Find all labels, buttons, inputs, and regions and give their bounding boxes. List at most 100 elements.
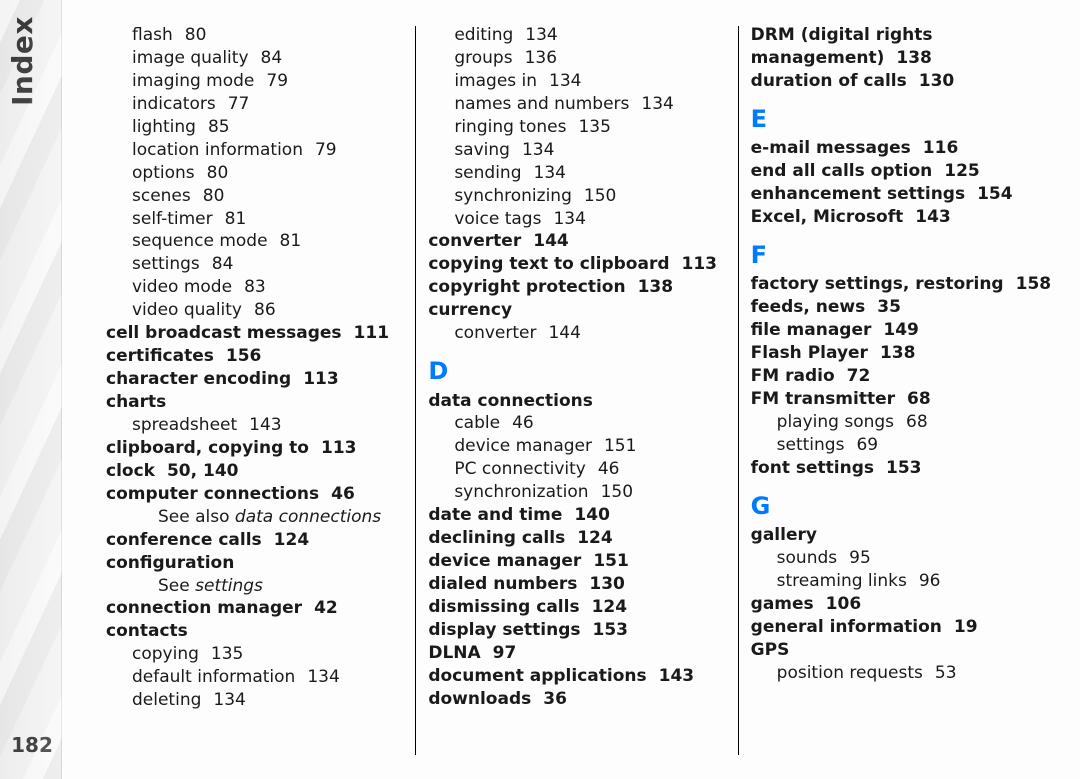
index-sub-entry: ringing tones135 [428,116,723,139]
entry-label: declining calls [428,528,565,548]
entry-page: 81 [225,209,247,229]
entry-page: 96 [919,571,941,591]
index-main-entry: device manager151 [428,550,723,573]
entry-page: 79 [315,140,337,160]
entry-page: 140 [574,505,610,525]
entry-label: images in [454,71,537,91]
entry-label: FM transmitter [751,389,895,409]
entry-page: 68 [906,412,928,432]
entry-page: 138 [880,343,916,363]
entry-page: 143 [249,415,281,435]
entry-label: enhancement settings [751,184,965,204]
entry-label: dismissing calls [428,597,579,617]
entry-label: data connections [428,391,593,411]
index-sub-entry: sequence mode81 [106,230,401,253]
entry-label: ringing tones [454,117,566,137]
entry-label: sending [454,163,521,183]
entry-page: 83 [244,277,266,297]
entry-page: 138 [638,277,674,297]
entry-page: 84 [261,48,283,68]
entry-label: end all calls option [751,161,933,181]
entry-page: 95 [849,548,871,568]
index-main-entry: connection manager42 [106,597,401,620]
entry-label: display settings [428,620,580,640]
entry-page: 151 [604,436,636,456]
entry-page: 138 [896,48,932,68]
entry-page: 156 [226,346,262,366]
entry-label: synchronizing [454,186,572,206]
index-column-3: DRM (digital rights management)138durati… [745,24,1060,757]
index-main-entry: feeds, news35 [751,296,1046,319]
index-sub-entry: synchronization150 [428,481,723,504]
see-target: data connections [235,507,381,527]
entry-label: file manager [751,320,872,340]
entry-label: cell broadcast messages [106,323,342,343]
entry-label: copying [132,644,199,664]
entry-page: 46 [512,413,534,433]
entry-label: synchronization [454,482,588,502]
entry-label: Flash Player [751,343,868,363]
entry-label: GPS [751,640,790,660]
entry-label: editing [454,25,513,45]
entry-label: converter [428,231,521,251]
index-main-entry: Flash Player 138 [751,342,1046,365]
index-main-entry: configuration [106,552,401,575]
entry-label: copying text to clipboard [428,254,669,274]
entry-label: games [751,594,814,614]
index-main-entry: contacts [106,620,401,643]
entry-label: charts [106,392,166,412]
entry-page: 134 [553,209,585,229]
entry-page: 143 [659,666,695,686]
entry-label: image quality [132,48,249,68]
entry-page: 97 [493,643,517,663]
entry-label: downloads [428,689,531,709]
entry-label: gallery [751,525,817,545]
entry-page: 113 [321,438,357,458]
entry-label: options [132,163,195,183]
entry-label: document applications [428,666,646,686]
index-sub-entry: settings84 [106,253,401,276]
entry-label: feeds, news [751,297,866,317]
index-sub-entry: device manager151 [428,435,723,458]
index-main-entry: Excel, Microsoft143 [751,206,1046,229]
entry-label: video mode [132,277,232,297]
index-main-entry: end all calls option125 [751,160,1046,183]
entry-label: lighting [132,117,196,137]
entry-page: 106 [826,594,862,614]
entry-page: 86 [254,300,276,320]
see-target: settings [195,576,263,596]
entry-page: 116 [923,138,959,158]
index-see-reference: See settings [106,575,401,598]
index-sub-entry: PC connectivity46 [428,458,723,481]
index-sub-entry: synchronizing150 [428,185,723,208]
entry-page: 68 [907,389,931,409]
entry-label: PC connectivity [454,459,586,479]
index-main-entry: copying text to clipboard113 [428,253,723,276]
entry-label: streaming links [777,571,907,591]
index-letter-heading: E [751,103,1046,135]
entry-page: 134 [307,667,339,687]
index-main-entry: character encoding113 [106,368,401,391]
index-sub-entry: position requests53 [751,662,1046,685]
index-sub-entry: groups136 [428,47,723,70]
entry-label: conference calls [106,530,262,550]
entry-label: position requests [777,663,923,683]
entry-page: 79 [266,71,288,91]
index-sub-entry: video quality 86 [106,299,401,322]
entry-label: sounds [777,548,837,568]
index-main-entry: charts [106,391,401,414]
index-sub-entry: saving134 [428,139,723,162]
entry-page: 124 [274,530,310,550]
entry-label: video quality [132,300,242,320]
index-sub-entry: options80 [106,162,401,185]
index-main-entry: data connections [428,390,723,413]
index-sub-entry: flash80 [106,24,401,47]
entry-label: general information [751,617,942,637]
index-main-entry: declining calls124 [428,527,723,550]
index-main-entry: FM transmitter 68 [751,388,1046,411]
entry-page: 134 [213,690,245,710]
entry-page: 80 [185,25,207,45]
index-main-entry: DRM (digital rights management)138 [751,24,1046,70]
entry-page: 36 [543,689,567,709]
index-sub-entry: deleting134 [106,689,401,712]
